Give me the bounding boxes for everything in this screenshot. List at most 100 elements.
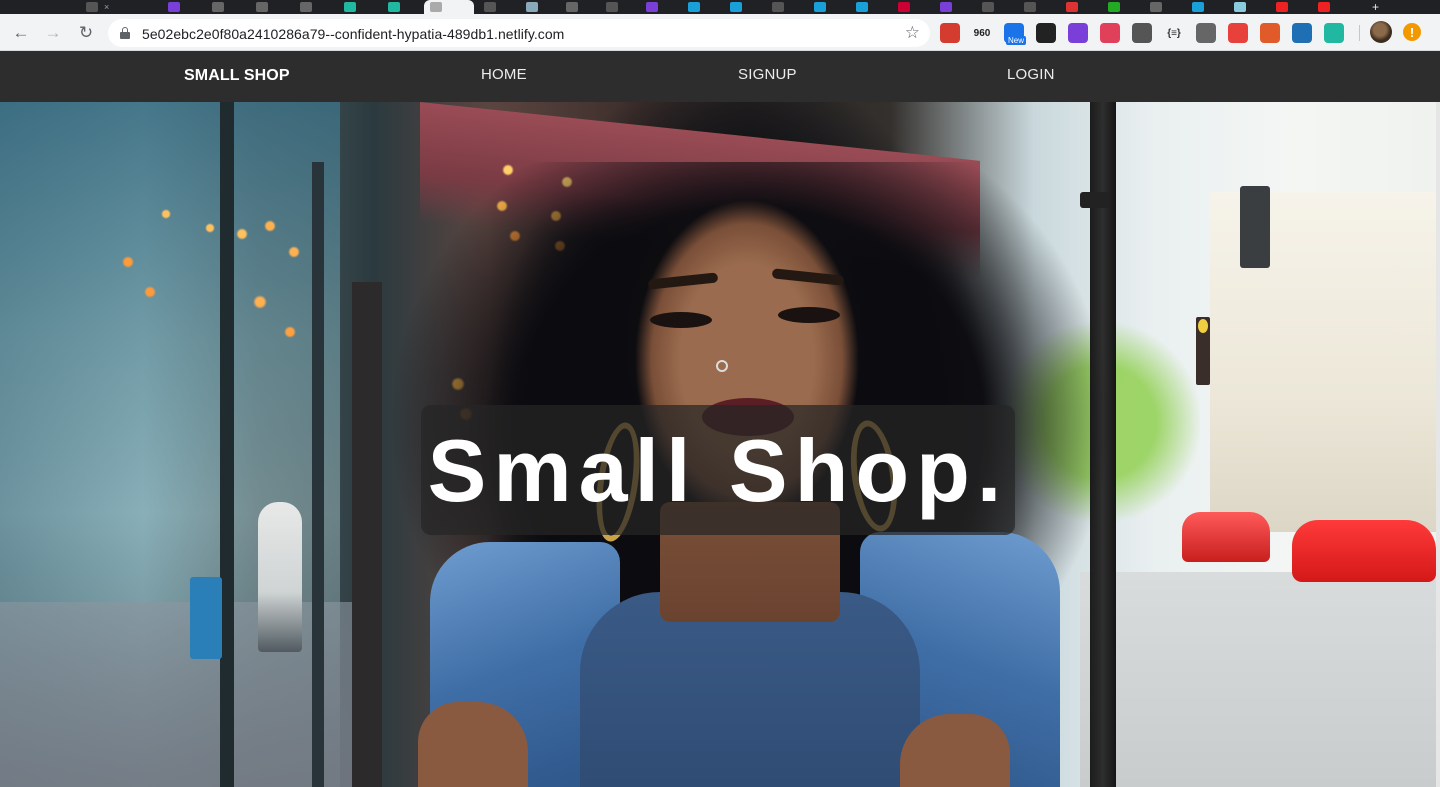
tab-favicon-icon bbox=[1318, 2, 1330, 12]
profile-avatar[interactable] bbox=[1370, 21, 1392, 43]
browser-tab[interactable] bbox=[892, 0, 932, 14]
back-button[interactable]: ← bbox=[8, 20, 34, 46]
960-extension-icon[interactable]: 960 bbox=[972, 23, 992, 43]
browser-tab[interactable] bbox=[724, 0, 764, 14]
nav-link-home[interactable]: HOME bbox=[481, 66, 527, 83]
tab-favicon-icon bbox=[1108, 2, 1120, 12]
tab-favicon-icon bbox=[1234, 2, 1246, 12]
new-tab-button[interactable]: + bbox=[1360, 0, 1390, 14]
mascot-extension-icon[interactable] bbox=[1260, 23, 1280, 43]
update-alert-icon[interactable]: ! bbox=[1403, 23, 1421, 41]
tab-favicon-icon bbox=[300, 2, 312, 12]
tab-favicon-icon bbox=[730, 2, 742, 12]
lock-icon[interactable] bbox=[120, 27, 130, 39]
browser-tab[interactable]: × bbox=[80, 0, 160, 14]
json-extension-icon[interactable]: {≡} bbox=[1164, 23, 1184, 43]
browser-tab[interactable] bbox=[162, 0, 202, 14]
tab-favicon-icon bbox=[898, 2, 910, 12]
browser-tab[interactable] bbox=[1228, 0, 1268, 14]
hero-title: Small Shop. bbox=[427, 421, 1009, 520]
browser-tab[interactable] bbox=[1018, 0, 1058, 14]
url-text[interactable]: 5e02ebc2e0f80a2410286a79--confident-hypa… bbox=[142, 26, 564, 42]
owl-extension-icon[interactable] bbox=[1036, 23, 1056, 43]
tab-favicon-icon bbox=[856, 2, 868, 12]
browser-tab[interactable] bbox=[640, 0, 680, 14]
browser-tab[interactable] bbox=[1102, 0, 1142, 14]
tab-favicon-icon bbox=[814, 2, 826, 12]
tab-favicon-icon bbox=[1150, 2, 1162, 12]
hero-photo-hand bbox=[418, 702, 528, 787]
target-extension-icon[interactable] bbox=[1324, 23, 1344, 43]
tab-favicon-icon bbox=[430, 2, 442, 12]
plus-icon: + bbox=[1372, 0, 1380, 14]
browser-tab[interactable] bbox=[250, 0, 290, 14]
browser-tab[interactable] bbox=[520, 0, 560, 14]
browser-tab[interactable] bbox=[682, 0, 722, 14]
hero-photo-eye bbox=[650, 312, 712, 328]
chrome-new-extension-icon[interactable]: New bbox=[1004, 23, 1027, 45]
brand-logo-link[interactable]: SMALL SHOP bbox=[184, 67, 290, 85]
toolbar-divider bbox=[1359, 25, 1360, 41]
browser-tab-active[interactable] bbox=[424, 0, 474, 14]
bookmark-star-icon[interactable]: ☆ bbox=[905, 23, 920, 43]
react-extension-icon[interactable] bbox=[1292, 23, 1312, 43]
gear-extension-icon[interactable] bbox=[1196, 23, 1216, 43]
hero-photo-nose-ring bbox=[716, 360, 728, 372]
tab-favicon-icon bbox=[1024, 2, 1036, 12]
browser-tab-strip: × + bbox=[0, 0, 1440, 14]
extensions-row: 960 New {≡} bbox=[940, 21, 1440, 45]
tab-favicon-icon bbox=[1066, 2, 1078, 12]
tab-favicon-icon bbox=[256, 2, 268, 12]
reload-button[interactable]: ↻ bbox=[73, 20, 99, 46]
browser-tab[interactable] bbox=[934, 0, 974, 14]
hero-photo-eye bbox=[778, 307, 840, 323]
tab-favicon-icon bbox=[86, 2, 98, 12]
browser-tab[interactable] bbox=[1270, 0, 1310, 14]
tab-favicon-icon bbox=[1276, 2, 1288, 12]
browser-tab[interactable] bbox=[600, 0, 640, 14]
eyedropper-extension-icon[interactable] bbox=[1132, 23, 1152, 43]
color-cube-extension-icon[interactable] bbox=[1068, 23, 1088, 43]
browser-tab[interactable] bbox=[1186, 0, 1226, 14]
swirl-extension-icon[interactable] bbox=[1228, 23, 1248, 43]
forward-button[interactable]: → bbox=[40, 20, 66, 46]
nav-link-login[interactable]: LOGIN bbox=[1007, 66, 1055, 83]
browser-tab[interactable] bbox=[1144, 0, 1184, 14]
browser-tab[interactable] bbox=[560, 0, 600, 14]
nav-link-signup[interactable]: SIGNUP bbox=[738, 66, 797, 83]
tab-favicon-icon bbox=[940, 2, 952, 12]
dots-extension-icon[interactable] bbox=[1100, 23, 1120, 43]
browser-tab[interactable] bbox=[850, 0, 890, 14]
browser-tab[interactable] bbox=[478, 0, 518, 14]
reload-icon: ↻ bbox=[78, 23, 94, 42]
tab-favicon-icon bbox=[388, 2, 400, 12]
tab-favicon-icon bbox=[344, 2, 356, 12]
tab-close-icon[interactable]: × bbox=[104, 2, 109, 12]
tab-favicon-icon bbox=[212, 2, 224, 12]
tab-favicon-icon bbox=[606, 2, 618, 12]
browser-tab[interactable] bbox=[1312, 0, 1352, 14]
extension-new-badge: New bbox=[1006, 36, 1027, 45]
browser-toolbar: ← → ↻ 5e02ebc2e0f80a2410286a79--confiden… bbox=[0, 14, 1440, 51]
tab-favicon-icon bbox=[566, 2, 578, 12]
browser-tab[interactable] bbox=[976, 0, 1016, 14]
hero-title-overlay: Small Shop. bbox=[421, 405, 1015, 535]
browser-tab[interactable] bbox=[294, 0, 334, 14]
tab-favicon-icon bbox=[484, 2, 496, 12]
browser-tab[interactable] bbox=[1060, 0, 1100, 14]
browser-tab[interactable] bbox=[206, 0, 246, 14]
arrow-right-icon: → bbox=[44, 23, 62, 42]
browser-tab[interactable] bbox=[808, 0, 848, 14]
arrow-left-icon: ← bbox=[12, 23, 30, 42]
browser-tab[interactable] bbox=[338, 0, 378, 14]
browser-tab[interactable] bbox=[766, 0, 806, 14]
tab-favicon-icon bbox=[168, 2, 180, 12]
red-square-extension-icon[interactable] bbox=[940, 23, 960, 43]
tab-favicon-icon bbox=[982, 2, 994, 12]
address-bar[interactable]: 5e02ebc2e0f80a2410286a79--confident-hypa… bbox=[108, 19, 930, 47]
tab-favicon-icon bbox=[1192, 2, 1204, 12]
tab-favicon-icon bbox=[526, 2, 538, 12]
site-navbar: SMALL SHOP HOME SIGNUP LOGIN bbox=[0, 51, 1440, 102]
tab-favicon-icon bbox=[688, 2, 700, 12]
browser-tab[interactable] bbox=[382, 0, 422, 14]
